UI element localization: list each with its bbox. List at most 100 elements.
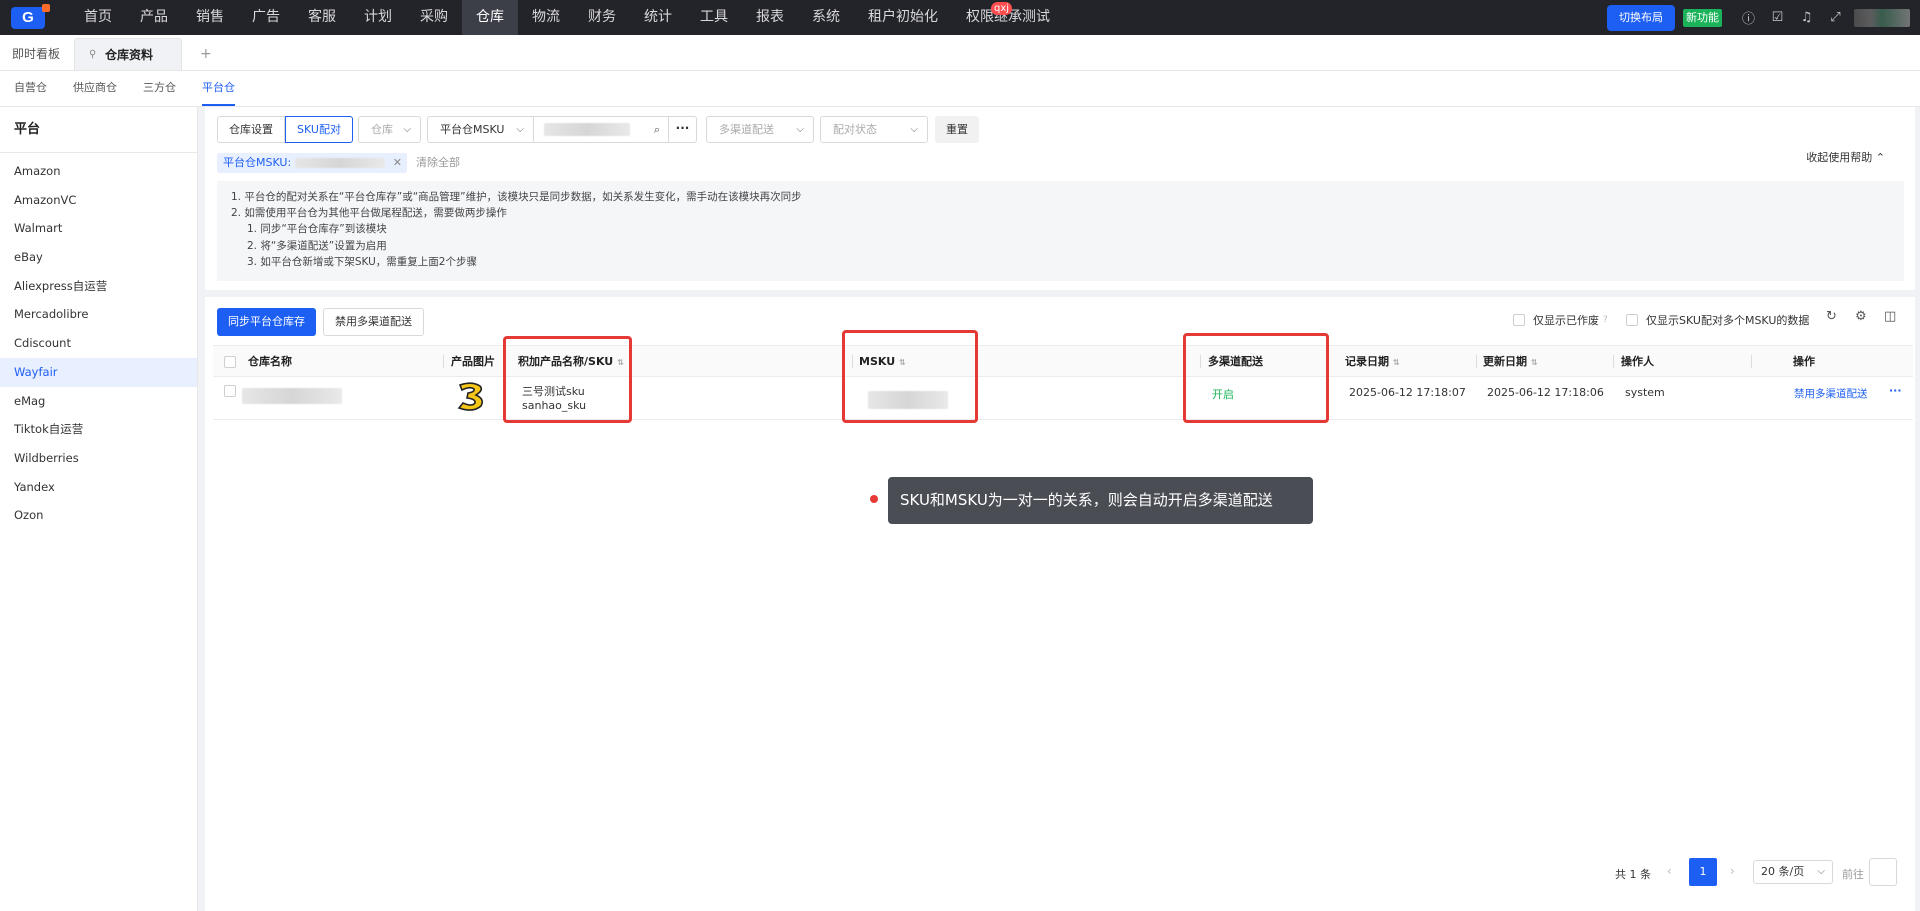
menu-item[interactable]: 报表 [742,0,798,35]
sidebar-item[interactable]: Wayfair [0,357,197,387]
menu-item[interactable]: 仓库 [462,0,518,35]
warehouse-settings-button[interactable]: 仓库设置 [217,116,285,143]
top-navigation-bar: G 首页 产品 销售 广告 客服 计划 采购 仓库 物流 财务 统计 工具 报表 系统 租户初始化 qxj 权限… [0,0,1920,35]
menu-item[interactable]: 财务 [574,0,630,35]
only-obsolete-checkbox[interactable]: 仅显示已作废? [1513,312,1608,328]
next-page-icon[interactable]: › [1730,864,1735,878]
menu-item[interactable]: 采购 [406,0,462,35]
sidebar-title: 平台 [0,107,197,153]
more-options-icon[interactable]: ··· [668,117,696,142]
chevron-down-icon: ⌵ [910,124,918,135]
bell-icon[interactable]: ♫ [1792,10,1821,25]
tooltip-marker-dot [870,495,878,503]
column-divider [1476,355,1477,368]
goto-page-input[interactable] [1869,858,1897,886]
prev-page-icon[interactable]: ‹ [1667,864,1672,878]
checkbox-box[interactable] [1626,314,1638,326]
columns-icon[interactable]: ◫ [1884,309,1896,324]
info-icon[interactable]: ⓘ [1734,8,1763,27]
menu-item[interactable]: 租户初始化 [854,0,952,35]
new-feature-badge[interactable]: 新功能 [1683,8,1722,27]
settings-icon[interactable]: ⚙ [1855,309,1867,324]
user-avatar[interactable] [1854,8,1910,27]
update-date: 2025-06-12 17:18:06 [1487,386,1604,399]
calendar-check-icon[interactable]: ☑ [1763,10,1792,25]
search-icon[interactable]: ⌕ [654,117,660,142]
sidebar-item[interactable]: Yandex [0,473,197,502]
chevron-down-icon: ⌵ [796,124,804,135]
sort-icon[interactable]: ⇅ [1531,358,1538,367]
menu-item[interactable]: 产品 [126,0,182,35]
sidebar-item[interactable]: Cdiscount [0,329,197,358]
msku-search-input[interactable]: ⌕ ··· [534,117,696,142]
logo-mark: G [11,3,50,29]
multi-channel-select[interactable]: 多渠道配送 ⌵ [706,116,814,143]
sidebar-item[interactable]: eBay [0,243,197,272]
warehouse-select[interactable]: 仓库 ⌵ [358,116,421,143]
subtab-self-warehouse[interactable]: 自营仓 [14,71,47,106]
select-all-checkbox[interactable] [224,356,236,368]
row-checkbox[interactable] [224,385,236,397]
menu-item[interactable]: 统计 [630,0,686,35]
disable-multi-channel-link[interactable]: 禁用多渠道配送 [1794,386,1868,401]
refresh-icon[interactable]: ↻ [1826,309,1837,324]
app-logo[interactable]: G [0,0,56,35]
pair-status-select[interactable]: 配对状态 ⌵ [820,116,928,143]
disable-multi-channel-button[interactable]: 禁用多渠道配送 [323,308,424,336]
subtab-platform-warehouse[interactable]: 平台仓 [202,71,235,106]
record-date: 2025-06-12 17:18:07 [1349,386,1466,399]
sidebar-item[interactable]: Wildberries [0,444,197,473]
page-size-select[interactable]: 20 条/页 ⌵ [1753,860,1833,884]
sort-icon[interactable]: ⇅ [1393,358,1400,367]
collapse-help-label: 收起使用帮助 [1806,151,1873,164]
menu-item[interactable]: 系统 [798,0,854,35]
sidebar-item[interactable]: Aliexpress自运营 [0,272,197,301]
subtab-third-party-warehouse[interactable]: 三方仓 [143,71,176,106]
checkbox-box[interactable] [1513,314,1525,326]
product-thumbnail[interactable] [454,381,488,413]
add-tab-button[interactable]: + [182,38,230,70]
close-icon[interactable]: ✕ [393,153,402,173]
menu-item[interactable]: 客服 [294,0,350,35]
sidebar-item[interactable]: Walmart [0,214,197,243]
warehouse-select-placeholder: 仓库 [371,123,393,136]
reset-button[interactable]: 重置 [935,116,979,143]
menu-item[interactable]: 物流 [518,0,574,35]
search-type-select[interactable]: 平台仓MSKU ⌵ [428,117,534,142]
user-badge: qxj [991,2,1013,15]
sidebar-item[interactable]: Amazon [0,157,197,186]
tab-dashboard[interactable]: 即时看板 [0,38,72,70]
header-update-date[interactable]: 更新日期 ⇅ [1483,346,1538,377]
only-multi-msku-checkbox[interactable]: 仅显示SKU配对多个MSKU的数据 [1626,312,1809,328]
sidebar-item[interactable]: Mercadolibre [0,300,197,329]
sidebar-item[interactable]: eMag [0,387,197,416]
collapse-help-toggle[interactable]: 收起使用帮助 ⌃ [1806,149,1885,165]
menu-item[interactable]: 广告 [238,0,294,35]
table-row: 三号测试sku sanhao_sku 开启 2025-06-12 17:18:0… [213,377,1913,420]
clear-all-link[interactable]: 清除全部 [416,153,460,173]
warehouse-type-tabs: 自营仓 供应商仓 三方仓 平台仓 [0,71,1920,107]
sidebar-item[interactable]: AmazonVC [0,186,197,215]
menu-item[interactable]: qxj 权限继承测试 [952,0,1064,35]
page-1-button[interactable]: 1 [1689,858,1717,886]
sidebar-item[interactable]: Ozon [0,501,197,530]
pin-icon[interactable]: ⚲ [89,39,96,71]
tab-warehouse-info[interactable]: ⚲ 仓库资料 [74,38,183,71]
sidebar-item[interactable]: Tiktok自运营 [0,415,197,444]
menu-item[interactable]: 计划 [350,0,406,35]
header-record-date[interactable]: 记录日期 ⇅ [1345,346,1400,377]
sync-platform-stock-button[interactable]: 同步平台仓库存 [217,308,316,336]
annotation-tooltip: SKU和MSKU为一对一的关系，则会自动开启多渠道配送 [888,477,1313,524]
column-divider [443,355,444,368]
sku-pairing-button[interactable]: SKU配对 [285,116,353,143]
switch-layout-button[interactable]: 切换布局 [1607,4,1675,31]
table-panel: 同步平台仓库存 禁用多渠道配送 仅显示已作废? 仅显示SKU配对多个MSKU的数… [205,297,1915,911]
menu-item[interactable]: 销售 [182,0,238,35]
column-divider [1613,355,1614,368]
menu-item[interactable]: 首页 [70,0,126,35]
menu-item[interactable]: 工具 [686,0,742,35]
subtab-supplier-warehouse[interactable]: 供应商仓 [73,71,117,106]
more-actions-icon[interactable]: ··· [1889,384,1902,397]
fullscreen-icon[interactable]: ⤢ [1821,10,1850,25]
top-right-tools: 切换布局 新功能 ⓘ ☑ ♫ ⤢ [1607,0,1920,35]
